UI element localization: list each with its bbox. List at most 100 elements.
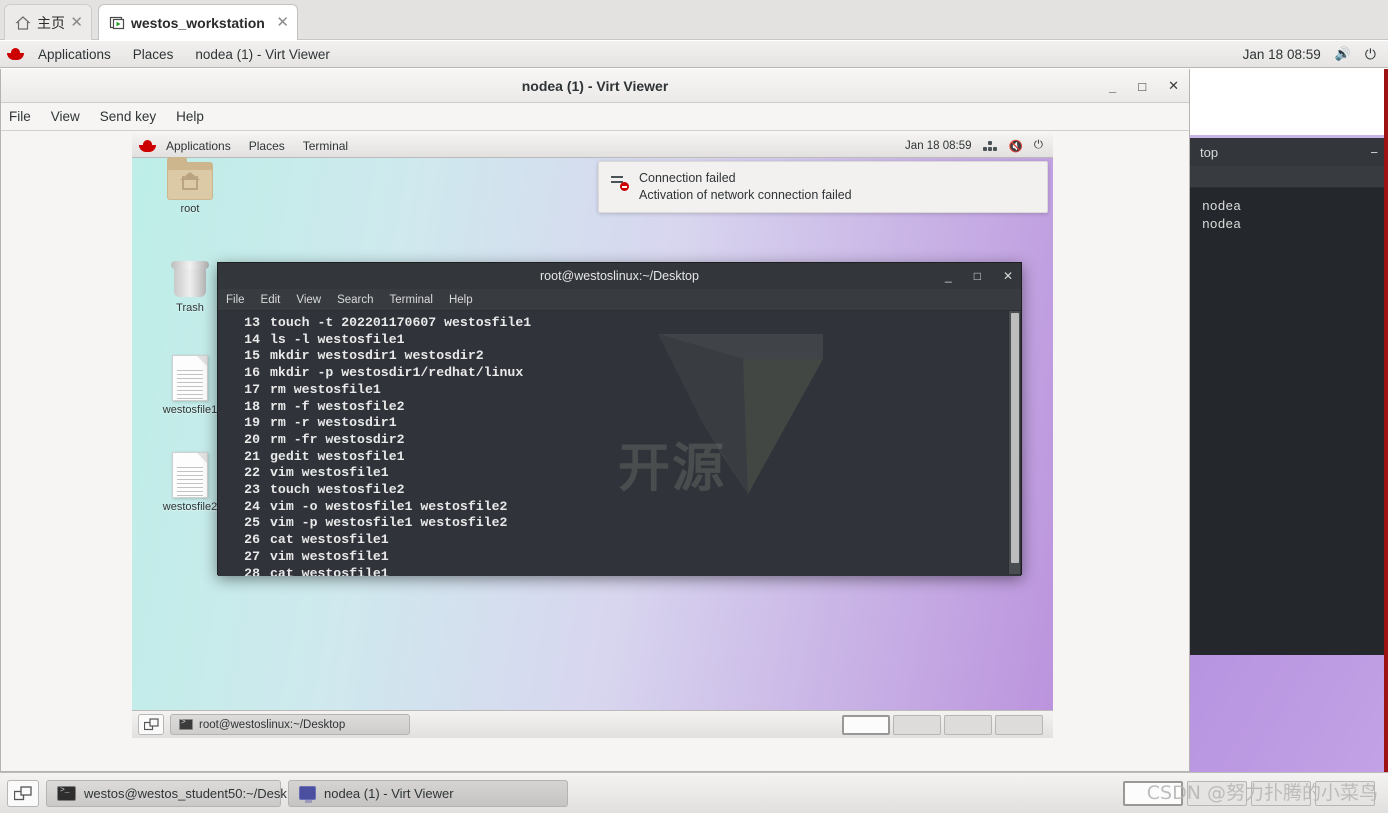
guest-terminal-window-controls: _ □ ✕ — [945, 263, 1013, 289]
menu-file[interactable]: File — [1, 103, 41, 131]
virt-viewer-title: nodea (1) - Virt Viewer — [521, 77, 669, 94]
history-line-command: mkdir -p westosdir1/redhat/linux — [270, 365, 524, 381]
guest-menu-places[interactable]: Places — [240, 134, 294, 158]
history-line-number: 18 — [244, 398, 260, 414]
power-icon[interactable]: ⏻ — [1365, 46, 1376, 63]
tab-home[interactable]: 主页 ✕ — [4, 4, 92, 40]
notification-popup[interactable]: Connection failed Activation of network … — [598, 161, 1048, 213]
guest-workspace-2[interactable] — [893, 714, 941, 735]
terminal-history-line: 18 rm -f westosfile2 — [230, 399, 1021, 416]
network-icon[interactable] — [982, 140, 998, 152]
host-active-window-title[interactable]: nodea (1) - Virt Viewer — [184, 41, 341, 68]
host-taskbar-item-virt-viewer-label: nodea (1) - Virt Viewer — [324, 785, 454, 801]
host-taskbar-item-terminal-label: westos@westos_student50:~/Desk... — [84, 785, 298, 801]
terminal-menu-edit[interactable]: Edit — [253, 289, 289, 311]
terminal-history-line: 25 vim -p westosfile1 westosfile2 — [230, 515, 1021, 532]
guest-terminal-maximize-button[interactable]: □ — [974, 269, 981, 283]
history-line-command: vim westosfile1 — [270, 548, 389, 564]
guest-menu-applications[interactable]: Applications — [157, 134, 240, 158]
terminal-history-line: 24 vim -o westosfile1 westosfile2 — [230, 499, 1021, 516]
background-terminal-minimize-icon[interactable]: − — [1370, 145, 1378, 160]
terminal-menu-view[interactable]: View — [288, 289, 329, 311]
guest-workspace-3[interactable] — [944, 714, 992, 735]
history-line-command: rm -f westosfile2 — [270, 398, 405, 414]
virt-viewer-minimize-button[interactable]: _ — [1109, 79, 1116, 94]
guest-terminal-window[interactable]: root@westoslinux:~/Desktop _ □ ✕ File Ed… — [217, 262, 1022, 576]
redhat-logo-icon — [6, 47, 25, 61]
host-taskbar-item-terminal[interactable]: westos@westos_student50:~/Desk... — [46, 779, 298, 807]
terminal-icon — [179, 718, 193, 730]
history-line-number: 28 — [244, 565, 260, 576]
tab-westos-workstation-close-icon[interactable]: ✕ — [276, 15, 289, 30]
history-line-command: touch -t 202201170607 westosfile1 — [270, 315, 532, 330]
desktop-icon-root[interactable]: root — [151, 157, 229, 215]
history-line-number: 17 — [244, 381, 260, 397]
terminal-menu-search[interactable]: Search — [329, 289, 381, 311]
history-line-command: cat westosfile1 — [270, 532, 389, 548]
menu-send-key[interactable]: Send key — [90, 103, 166, 131]
history-line-command: ls -l westosfile1 — [270, 331, 405, 347]
tab-home-label: 主页 — [37, 14, 65, 31]
terminal-menu-help[interactable]: Help — [441, 289, 481, 311]
terminal-history-line: 26 cat westosfile1 — [230, 532, 1021, 549]
host-top-panel: Applications Places nodea (1) - Virt Vie… — [0, 41, 1388, 68]
history-line-command: vim -p westosfile1 westosfile2 — [270, 515, 508, 531]
tab-westos-workstation[interactable]: westos_workstation ✕ — [98, 4, 298, 40]
history-line-number: 14 — [244, 331, 260, 347]
terminal-menu-file[interactable]: File — [218, 289, 253, 311]
terminal-menu-terminal[interactable]: Terminal — [382, 289, 441, 311]
background-terminal-line: nodea — [1202, 217, 1242, 232]
guest-active-window-title[interactable]: Terminal — [294, 134, 357, 158]
notification-body: Activation of network connection failed — [639, 188, 852, 202]
screen-edge-marker — [1384, 69, 1388, 772]
tab-home-close-icon[interactable]: ✕ — [70, 15, 83, 30]
trash-icon — [171, 259, 209, 299]
csdn-watermark: CSDN @努力扑腾的小菜鸟 — [1146, 782, 1378, 804]
speaker-icon[interactable]: 🔊 — [1335, 46, 1351, 62]
host-menu-places[interactable]: Places — [122, 41, 185, 68]
background-desktop-wallpaper — [1190, 655, 1388, 772]
history-line-command: rm -fr westosdir2 — [270, 431, 405, 447]
host-clock[interactable]: Jan 18 08:59 — [1243, 47, 1321, 62]
host-taskbar-item-virt-viewer[interactable]: nodea (1) - Virt Viewer — [288, 779, 568, 807]
terminal-history-line: 23 touch westosfile2 — [230, 482, 1021, 499]
host-show-desktop-icon[interactable] — [7, 779, 39, 807]
speaker-muted-icon[interactable]: 🔇 — [1009, 139, 1023, 153]
history-line-number: 21 — [244, 448, 260, 464]
guest-power-icon[interactable]: ⏻ — [1034, 139, 1043, 152]
host-menu-applications[interactable]: Applications — [27, 41, 122, 68]
terminal-history-line: 27 vim westosfile1 — [230, 549, 1021, 566]
background-terminal-content: nodea nodea — [1190, 188, 1388, 244]
guest-terminal-close-button[interactable]: ✕ — [1003, 269, 1013, 283]
terminal-scrollbar[interactable] — [1008, 311, 1020, 574]
terminal-history-line: 15 mkdir westosdir1 westosdir2 — [230, 348, 1021, 365]
terminal-history-line: 22 vim westosfile1 — [230, 465, 1021, 482]
terminal-scrollbar-thumb[interactable] — [1011, 313, 1019, 563]
terminal-history-line: 13 touch -t 202201170607 westosfile1 — [230, 315, 1021, 332]
history-line-number: 24 — [244, 498, 260, 514]
guest-show-desktop-icon[interactable] — [138, 714, 164, 735]
history-line-command: mkdir westosdir1 westosdir2 — [270, 348, 484, 364]
history-line-number: 20 — [244, 431, 260, 447]
history-line-number: 27 — [244, 548, 260, 564]
guest-taskbar-item-terminal[interactable]: root@westoslinux:~/Desktop — [170, 714, 410, 735]
monitor-icon — [299, 786, 316, 803]
menu-help[interactable]: Help — [166, 103, 214, 131]
history-line-number: 13 — [244, 315, 260, 330]
menu-view[interactable]: View — [41, 103, 90, 131]
guest-clock[interactable]: Jan 18 08:59 — [905, 140, 972, 152]
guest-terminal-title: root@westoslinux:~/Desktop — [540, 269, 699, 283]
background-terminal-window[interactable]: top − nodea nodea — [1190, 135, 1388, 735]
guest-workspace-1[interactable] — [842, 714, 890, 735]
guest-taskbar-item-label: root@westoslinux:~/Desktop — [199, 718, 346, 731]
guest-terminal-output[interactable]: 开源 13 touch -t 202201170607 westosfile1 1… — [218, 311, 1021, 576]
guest-workspace-4[interactable] — [995, 714, 1043, 735]
guest-workspace-switcher[interactable] — [842, 714, 1047, 735]
virt-viewer-close-button[interactable]: ✕ — [1168, 78, 1179, 94]
background-terminal-menubar — [1190, 166, 1388, 188]
virt-viewer-titlebar: nodea (1) - Virt Viewer _ □ ✕ — [1, 69, 1189, 103]
guest-terminal-minimize-button[interactable]: _ — [945, 269, 952, 283]
terminal-history-line: 21 gedit westosfile1 — [230, 449, 1021, 466]
virt-viewer-maximize-button[interactable]: □ — [1138, 79, 1146, 94]
history-line-number: 22 — [244, 465, 260, 481]
